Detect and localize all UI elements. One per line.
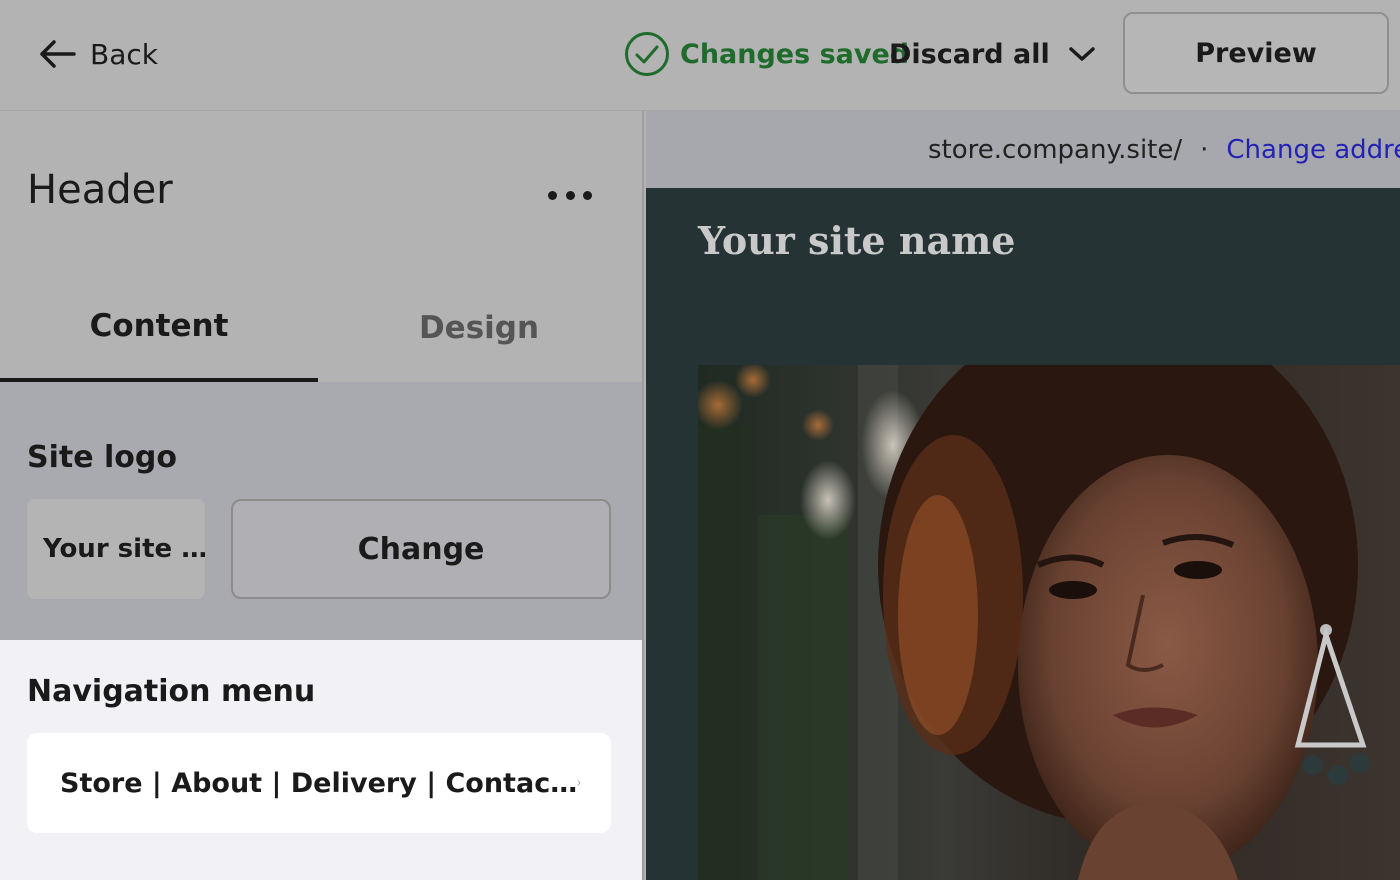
navigation-menu-value: Store | About | Delivery | Contac…	[60, 767, 578, 799]
discard-all-label: Discard all	[889, 38, 1050, 70]
change-logo-button[interactable]: Change	[231, 499, 611, 599]
back-button[interactable]: Back	[38, 34, 158, 74]
change-address-link[interactable]: Change addre	[1226, 135, 1400, 165]
navigation-menu-section: Navigation menu Store | About | Delivery…	[0, 640, 642, 880]
site-logo-section: Site logo Your site … Change	[0, 382, 642, 640]
arrow-left-icon	[40, 40, 76, 68]
discard-all-dropdown[interactable]: Discard all	[889, 30, 1096, 78]
check-circle-icon	[625, 32, 669, 76]
site-logo-preview[interactable]: Your site …	[27, 499, 205, 599]
more-options-icon[interactable]	[548, 183, 592, 207]
site-preview: store.company.site/ · Change addre Your …	[646, 111, 1400, 880]
tab-bar: Content Design	[0, 273, 642, 382]
site-address: store.company.site/	[928, 134, 1183, 165]
panel-title: Header	[27, 167, 173, 213]
chevron-down-icon	[1068, 47, 1095, 61]
editor-panel: Header Content Design Site logo Your sit…	[0, 111, 644, 880]
save-status-label: Changes saved	[680, 38, 910, 70]
save-status: Changes saved	[624, 30, 909, 78]
top-bar: Back Changes saved Discard all Preview	[0, 0, 1400, 111]
preview-button[interactable]: Preview	[1123, 12, 1389, 94]
hero-image	[698, 365, 1400, 880]
back-label: Back	[90, 37, 158, 71]
navigation-menu-label: Navigation menu	[27, 674, 316, 709]
navigation-menu-item[interactable]: Store | About | Delivery | Contac…	[27, 733, 611, 833]
site-name-heading: Your site name	[698, 218, 1016, 263]
address-bar: store.company.site/ · Change addre	[646, 111, 1400, 188]
tab-content[interactable]: Content	[0, 273, 318, 382]
chevron-right-icon	[577, 780, 581, 786]
site-logo-label: Site logo	[27, 440, 177, 475]
tab-design[interactable]: Design	[320, 273, 638, 382]
address-separator: ·	[1200, 134, 1209, 165]
